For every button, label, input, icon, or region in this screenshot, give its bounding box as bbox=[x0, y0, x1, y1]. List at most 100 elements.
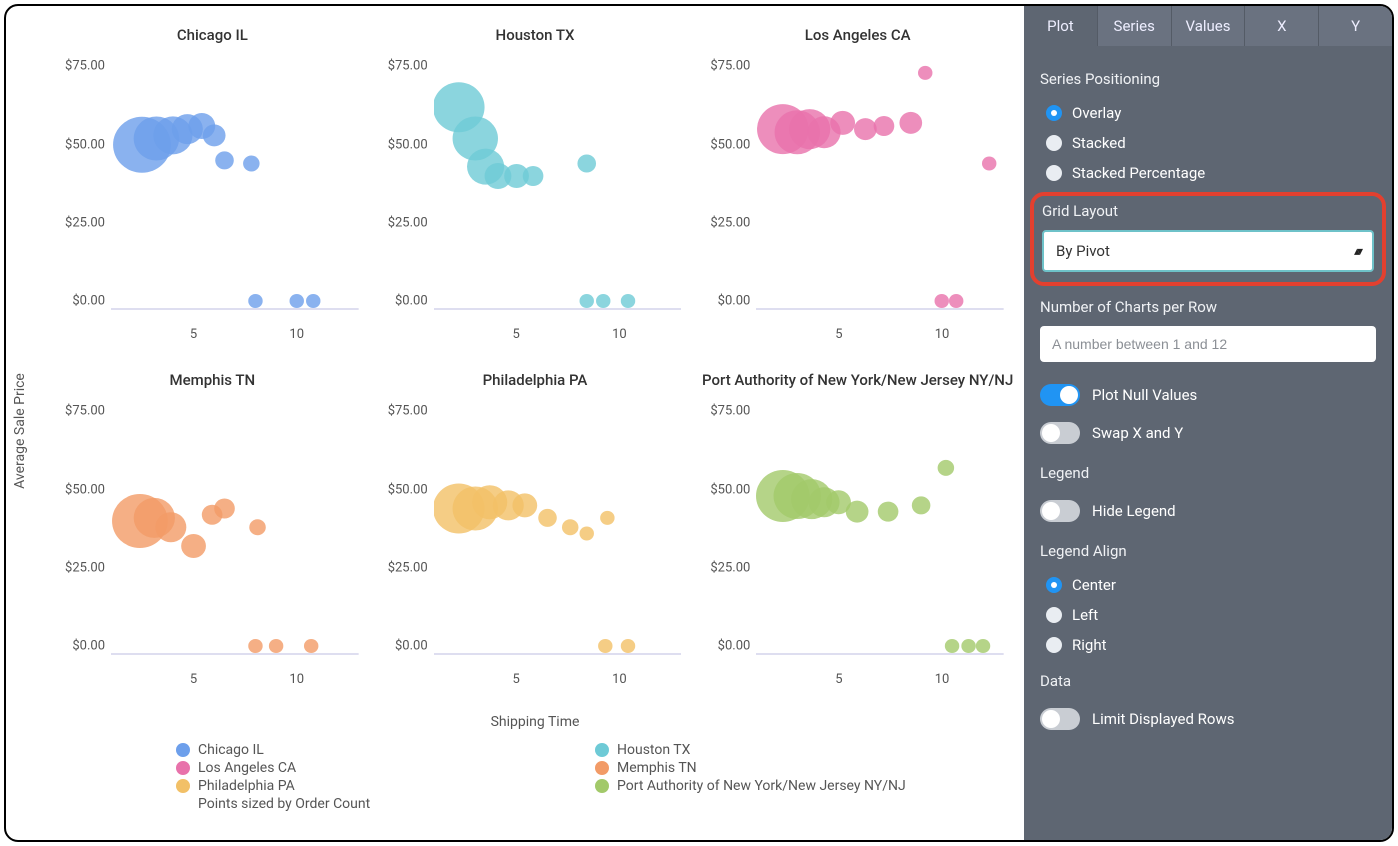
tab-y[interactable]: Y bbox=[1319, 6, 1392, 46]
series-positioning-option[interactable]: Stacked bbox=[1040, 128, 1376, 158]
hide-legend-toggle[interactable] bbox=[1040, 500, 1080, 522]
series-positioning-option[interactable]: Overlay bbox=[1040, 98, 1376, 128]
data-point[interactable] bbox=[620, 639, 634, 653]
data-point[interactable] bbox=[248, 294, 262, 308]
tab-plot[interactable]: Plot bbox=[1024, 6, 1098, 46]
data-point[interactable] bbox=[620, 294, 634, 308]
data-point[interactable] bbox=[854, 118, 877, 140]
data-section-title: Data bbox=[1040, 672, 1376, 690]
grid-layout-select[interactable]: By Pivot ▴▾ bbox=[1042, 230, 1374, 272]
legend-swatch-icon bbox=[176, 779, 190, 793]
data-point[interactable] bbox=[874, 116, 895, 136]
y-tick-label: $0.00 bbox=[718, 293, 751, 308]
chart-panel: Philadelphia PA$0.00$25.00$50.00$75.0051… bbox=[379, 371, 692, 706]
data-point[interactable] bbox=[900, 112, 923, 134]
data-point[interactable] bbox=[938, 460, 955, 476]
panel-title: Philadelphia PA bbox=[379, 371, 692, 390]
data-point[interactable] bbox=[976, 639, 990, 653]
data-point[interactable] bbox=[248, 639, 262, 653]
panel-title: Los Angeles CA bbox=[701, 26, 1014, 45]
x-tick-label: 5 bbox=[835, 327, 842, 342]
grid-layout-highlight: Grid Layout By Pivot ▴▾ bbox=[1030, 192, 1386, 286]
data-point[interactable] bbox=[596, 294, 610, 308]
x-tick-label: 5 bbox=[835, 672, 842, 687]
data-point[interactable] bbox=[949, 294, 963, 308]
tabs: PlotSeriesValuesXY bbox=[1024, 6, 1392, 46]
legend-item[interactable]: Philadelphia PA bbox=[176, 778, 595, 794]
legend-item[interactable]: Port Authority of New York/New Jersey NY… bbox=[595, 778, 1014, 794]
x-tick-label: 10 bbox=[935, 327, 950, 342]
legend-align-option[interactable]: Right bbox=[1040, 630, 1376, 660]
data-point[interactable] bbox=[538, 509, 557, 527]
panel-title: Memphis TN bbox=[56, 371, 369, 390]
y-tick-label: $0.00 bbox=[72, 293, 105, 308]
legend-size-note: Points sized by Order Count bbox=[198, 796, 595, 812]
y-tick-label: $25.00 bbox=[65, 215, 105, 230]
limit-rows-label: Limit Displayed Rows bbox=[1092, 710, 1234, 728]
x-tick-label: 10 bbox=[612, 327, 627, 342]
data-point[interactable] bbox=[846, 500, 869, 522]
y-tick-label: $25.00 bbox=[388, 215, 428, 230]
tab-x[interactable]: X bbox=[1245, 6, 1319, 46]
legend-item[interactable]: Memphis TN bbox=[595, 760, 1014, 776]
data-point[interactable] bbox=[249, 519, 266, 535]
data-point[interactable] bbox=[878, 501, 899, 521]
radio-icon bbox=[1046, 165, 1062, 181]
data-point[interactable] bbox=[214, 498, 235, 518]
series-positioning-label: Overlay bbox=[1072, 104, 1121, 122]
radio-icon bbox=[1046, 637, 1062, 653]
data-point[interactable] bbox=[935, 294, 949, 308]
limit-rows-toggle[interactable] bbox=[1040, 708, 1080, 730]
data-point[interactable] bbox=[598, 639, 612, 653]
data-point[interactable] bbox=[579, 294, 593, 308]
tab-values[interactable]: Values bbox=[1172, 6, 1246, 46]
legend-swatch-icon bbox=[595, 743, 609, 757]
data-point[interactable] bbox=[522, 166, 543, 186]
data-point[interactable] bbox=[982, 156, 996, 170]
data-point[interactable] bbox=[912, 496, 931, 514]
data-point[interactable] bbox=[203, 124, 226, 146]
series-positioning-option[interactable]: Stacked Percentage bbox=[1040, 158, 1376, 188]
data-point[interactable] bbox=[579, 526, 593, 540]
panel-title: Chicago IL bbox=[56, 26, 369, 45]
grid-layout-value: By Pivot bbox=[1056, 242, 1110, 260]
legend-align-option[interactable]: Center bbox=[1040, 570, 1376, 600]
x-tick-label: 10 bbox=[289, 672, 304, 687]
radio-icon bbox=[1046, 135, 1062, 151]
data-point[interactable] bbox=[512, 493, 537, 517]
data-point[interactable] bbox=[945, 639, 959, 653]
data-point[interactable] bbox=[155, 512, 186, 542]
y-tick-label: $50.00 bbox=[388, 137, 428, 152]
y-tick-label: $75.00 bbox=[388, 404, 428, 419]
data-point[interactable] bbox=[181, 534, 206, 558]
data-point[interactable] bbox=[243, 155, 260, 171]
data-point[interactable] bbox=[215, 151, 234, 169]
data-point[interactable] bbox=[577, 154, 596, 172]
swap-xy-toggle[interactable] bbox=[1040, 422, 1080, 444]
data-point[interactable] bbox=[306, 294, 320, 308]
y-tick-label: $25.00 bbox=[710, 215, 750, 230]
y-tick-label: $50.00 bbox=[710, 137, 750, 152]
x-tick-label: 5 bbox=[190, 672, 197, 687]
data-point[interactable] bbox=[962, 639, 976, 653]
data-point[interactable] bbox=[562, 519, 579, 535]
legend-label: Los Angeles CA bbox=[198, 760, 296, 776]
legend-item[interactable]: Houston TX bbox=[595, 742, 1014, 758]
legend-label: Port Authority of New York/New Jersey NY… bbox=[617, 778, 906, 794]
legend-item[interactable]: Los Angeles CA bbox=[176, 760, 595, 776]
legend-item[interactable]: Chicago IL bbox=[176, 742, 595, 758]
data-point[interactable] bbox=[269, 639, 283, 653]
charts-per-row-input[interactable] bbox=[1040, 326, 1376, 362]
data-point[interactable] bbox=[831, 111, 856, 135]
plot-null-toggle[interactable] bbox=[1040, 384, 1080, 406]
y-tick-label: $0.00 bbox=[718, 638, 751, 653]
legend-align-option[interactable]: Left bbox=[1040, 600, 1376, 630]
y-tick-label: $50.00 bbox=[65, 137, 105, 152]
data-point[interactable] bbox=[600, 511, 614, 525]
y-tick-label: $50.00 bbox=[710, 482, 750, 497]
data-point[interactable] bbox=[290, 294, 304, 308]
data-point[interactable] bbox=[918, 66, 932, 80]
data-point[interactable] bbox=[304, 639, 318, 653]
tab-series[interactable]: Series bbox=[1098, 6, 1172, 46]
legend-label: Memphis TN bbox=[617, 760, 697, 776]
